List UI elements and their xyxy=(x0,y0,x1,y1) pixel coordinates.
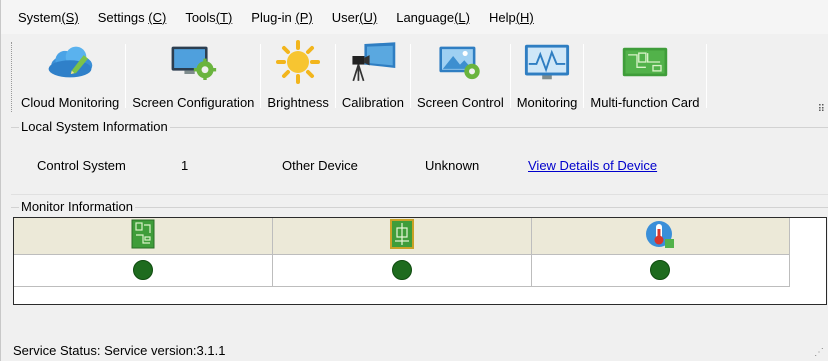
menu-plugin-accel: (P) xyxy=(295,9,313,25)
monitor-header-cell xyxy=(14,218,273,255)
cloud-icon xyxy=(46,40,94,84)
screen-configuration-button[interactable]: Screen Configuration xyxy=(126,34,260,118)
receiving-card-status-indicator xyxy=(391,260,412,280)
monitor-header-cell xyxy=(531,218,790,255)
circuit-board-icon xyxy=(621,40,669,84)
menu-help-label: Help xyxy=(488,9,516,25)
monitor-title: Monitor Information xyxy=(19,199,135,214)
menu-language[interactable]: Language(L) xyxy=(396,10,470,25)
menu-tools-accel: (T) xyxy=(215,9,233,25)
menu-user-accel: (U) xyxy=(359,9,378,25)
screen-configuration-label: Screen Configuration xyxy=(132,95,255,110)
view-device-details-link[interactable]: View Details of Device xyxy=(528,158,657,173)
sun-icon xyxy=(274,40,322,84)
multi-function-card-button[interactable]: Multi-function Card xyxy=(584,34,705,118)
menu-user-label: User xyxy=(331,9,360,25)
waveform-monitor-icon xyxy=(523,40,571,84)
menu-help[interactable]: Help(H) xyxy=(489,10,534,25)
service-status-label: Service Status: xyxy=(13,343,101,358)
picture-gear-icon xyxy=(436,40,484,84)
status-bar: Service Status: Service version:3.1.1 xyxy=(13,343,225,358)
monitor-gear-icon xyxy=(169,40,217,84)
temperature-status-indicator xyxy=(650,260,671,280)
menu-settings-label: Settings xyxy=(97,9,149,25)
menu-system-label: System xyxy=(18,9,62,25)
monitor-table xyxy=(13,217,827,305)
menu-plugin-label: Plug-in xyxy=(251,9,296,25)
menu-plugin[interactable]: Plug-in (P) xyxy=(251,10,312,25)
service-status-value: Service version:3.1.1 xyxy=(104,343,226,358)
monitor-status-cell xyxy=(14,254,273,287)
cloud-monitoring-label: Cloud Monitoring xyxy=(21,95,120,110)
multi-function-card-label: Multi-function Card xyxy=(590,95,700,110)
local-system-title: Local System Information xyxy=(19,119,170,134)
control-system-label: Control System xyxy=(37,158,126,173)
calibration-button[interactable]: Calibration xyxy=(336,34,410,118)
screen-control-button[interactable]: Screen Control xyxy=(411,34,510,118)
brightness-button[interactable]: Brightness xyxy=(261,34,334,118)
camera-tripod-icon xyxy=(349,40,397,84)
receiving-card-icon xyxy=(389,219,414,252)
sending-card-icon xyxy=(131,219,155,252)
menu-settings-accel: (C) xyxy=(148,9,167,25)
toolbar-separator xyxy=(705,44,707,108)
cloud-monitoring-button[interactable]: Cloud Monitoring xyxy=(15,34,125,118)
resize-grip-icon[interactable]: ⋰ xyxy=(814,347,824,358)
other-device-value: Unknown xyxy=(425,158,480,173)
monitoring-button[interactable]: Monitoring xyxy=(511,34,584,118)
control-system-value: 1 xyxy=(181,158,189,173)
screen-control-label: Screen Control xyxy=(417,95,504,110)
monitor-status-row xyxy=(14,254,790,287)
toolbar-overflow-icon[interactable]: ⠿ xyxy=(818,104,825,115)
monitor-grid xyxy=(14,218,790,287)
calibration-label: Calibration xyxy=(341,95,404,110)
other-device-label: Other Device xyxy=(282,158,358,173)
monitor-status-cell xyxy=(272,254,532,287)
brightness-label: Brightness xyxy=(267,95,329,110)
toolbar: Cloud Monitoring Screen Configuration Br… xyxy=(1,34,828,118)
menu-settings[interactable]: Settings (C) xyxy=(98,10,167,25)
menu-tools-label: Tools xyxy=(185,9,216,25)
monitor-status-cell xyxy=(531,254,790,287)
toolbar-grip xyxy=(11,42,12,112)
sending-card-status-indicator xyxy=(133,260,153,280)
monitoring-label: Monitoring xyxy=(516,95,578,110)
monitor-header-cell xyxy=(272,218,532,255)
menu-system-accel: (S) xyxy=(61,9,79,25)
monitor-header-row xyxy=(14,218,790,255)
menu-user[interactable]: User(U) xyxy=(332,10,378,25)
thermometer-icon xyxy=(645,221,675,252)
main-window: System(S) Settings (C) Tools(T) Plug-in … xyxy=(0,0,828,361)
menu-language-accel: (L) xyxy=(454,9,470,25)
menu-system[interactable]: System(S) xyxy=(18,10,79,25)
menu-tools[interactable]: Tools(T) xyxy=(185,10,232,25)
menu-bar: System(S) Settings (C) Tools(T) Plug-in … xyxy=(1,0,828,34)
local-system-group: Local System Information Control System … xyxy=(11,119,828,195)
menu-help-accel: (H) xyxy=(515,9,534,25)
menu-language-label: Language xyxy=(396,9,455,25)
